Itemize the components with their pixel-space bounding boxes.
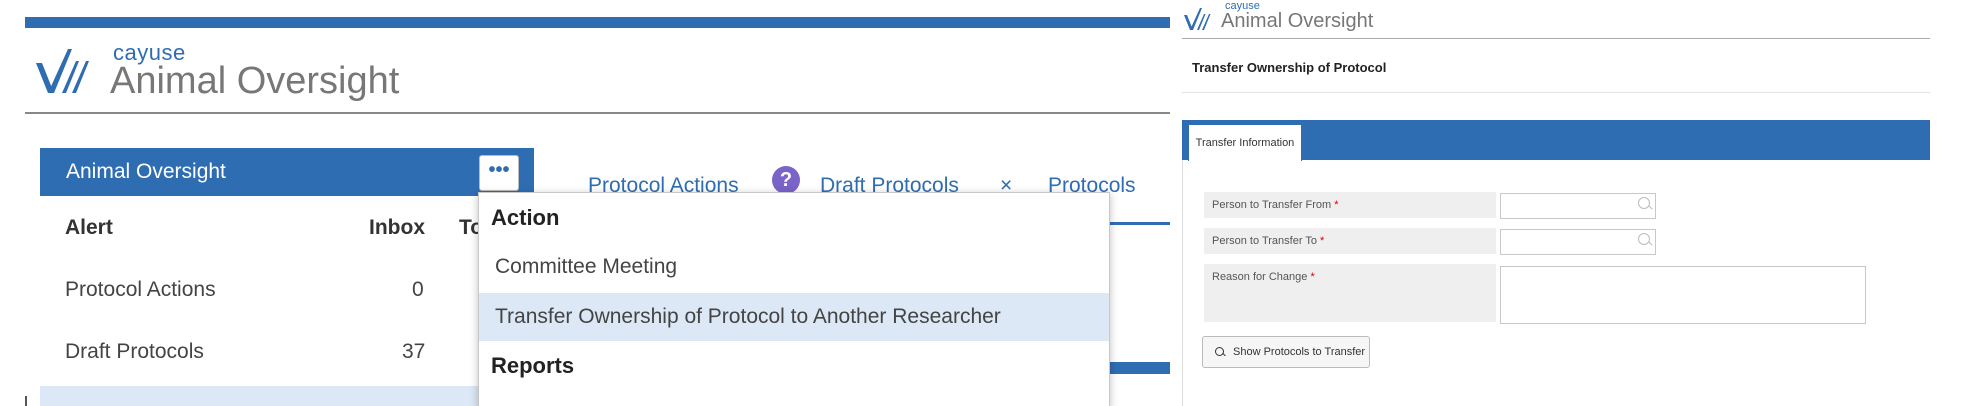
brand-product: Animal Oversight [110, 60, 400, 102]
label-reason: Reason for Change * [1204, 264, 1496, 322]
menu-item-transfer-ownership[interactable]: Transfer Ownership of Protocol to Anothe… [479, 293, 1109, 341]
menu-item-label: Committee Meeting [495, 255, 678, 278]
label-text: Person to Transfer To [1212, 235, 1317, 247]
search-icon [1215, 347, 1224, 356]
show-protocols-button[interactable]: Show Protocols to Transfer [1202, 336, 1370, 368]
row-inbox-draft-protocols[interactable]: 37 [402, 340, 425, 364]
brand-product: Animal Oversight [1221, 10, 1374, 32]
button-label: Show Protocols to Transfer [1233, 346, 1366, 358]
header-divider [25, 112, 1170, 114]
required-marker: * [1310, 271, 1315, 283]
row-alert-draft-protocols[interactable]: Draft Protocols [65, 340, 204, 364]
panel-title: Animal Oversight [66, 160, 226, 183]
search-icon[interactable] [1638, 233, 1650, 245]
cursor-mark [25, 396, 27, 406]
right-screenshot: cayuse Animal Oversight Transfer Ownersh… [1170, 0, 1930, 406]
left-screenshot: cayuse Animal Oversight Animal Oversight… [0, 0, 1170, 406]
row-inbox-protocol-actions[interactable]: 0 [412, 278, 424, 302]
column-header-inbox: Inbox [369, 216, 425, 239]
label-transfer-from: Person to Transfer From * [1204, 192, 1496, 218]
cayuse-logo-icon [36, 49, 89, 93]
transfer-to-input[interactable] [1500, 229, 1656, 255]
header-divider [1182, 38, 1930, 39]
table-row-selected[interactable] [40, 386, 480, 406]
search-icon[interactable] [1638, 197, 1650, 209]
label-text: Person to Transfer From [1212, 199, 1332, 211]
label-transfer-to: Person to Transfer To * [1204, 228, 1496, 254]
top-accent-bar [25, 17, 1170, 28]
dropdown-heading-action: Action [491, 205, 560, 230]
content-accent-bar [1110, 362, 1170, 374]
column-header-alert: Alert [65, 216, 113, 239]
more-actions-button[interactable]: ••• [479, 155, 519, 191]
dropdown-heading-reports: Reports [491, 353, 575, 378]
transfer-from-input[interactable] [1500, 193, 1656, 219]
reason-textarea[interactable] [1500, 266, 1866, 324]
row-alert-protocol-actions[interactable]: Protocol Actions [65, 278, 216, 302]
actions-dropdown-menu: Action Committee Meeting Transfer Owners… [478, 192, 1110, 406]
help-icon[interactable]: ? [772, 166, 800, 194]
required-marker: * [1320, 235, 1325, 247]
cayuse-logo-icon [1184, 8, 1211, 30]
menu-item-committee-meeting[interactable]: Committee Meeting [479, 243, 1109, 291]
page-title: Transfer Ownership of Protocol [1192, 60, 1387, 75]
label-text: Reason for Change [1212, 271, 1308, 283]
panel-header: Animal Oversight [40, 148, 534, 196]
tab-transfer-information[interactable]: Transfer Information [1188, 124, 1302, 161]
required-marker: * [1334, 199, 1339, 211]
title-divider [1182, 92, 1930, 93]
menu-item-label: Transfer Ownership of Protocol to Anothe… [495, 305, 1001, 328]
